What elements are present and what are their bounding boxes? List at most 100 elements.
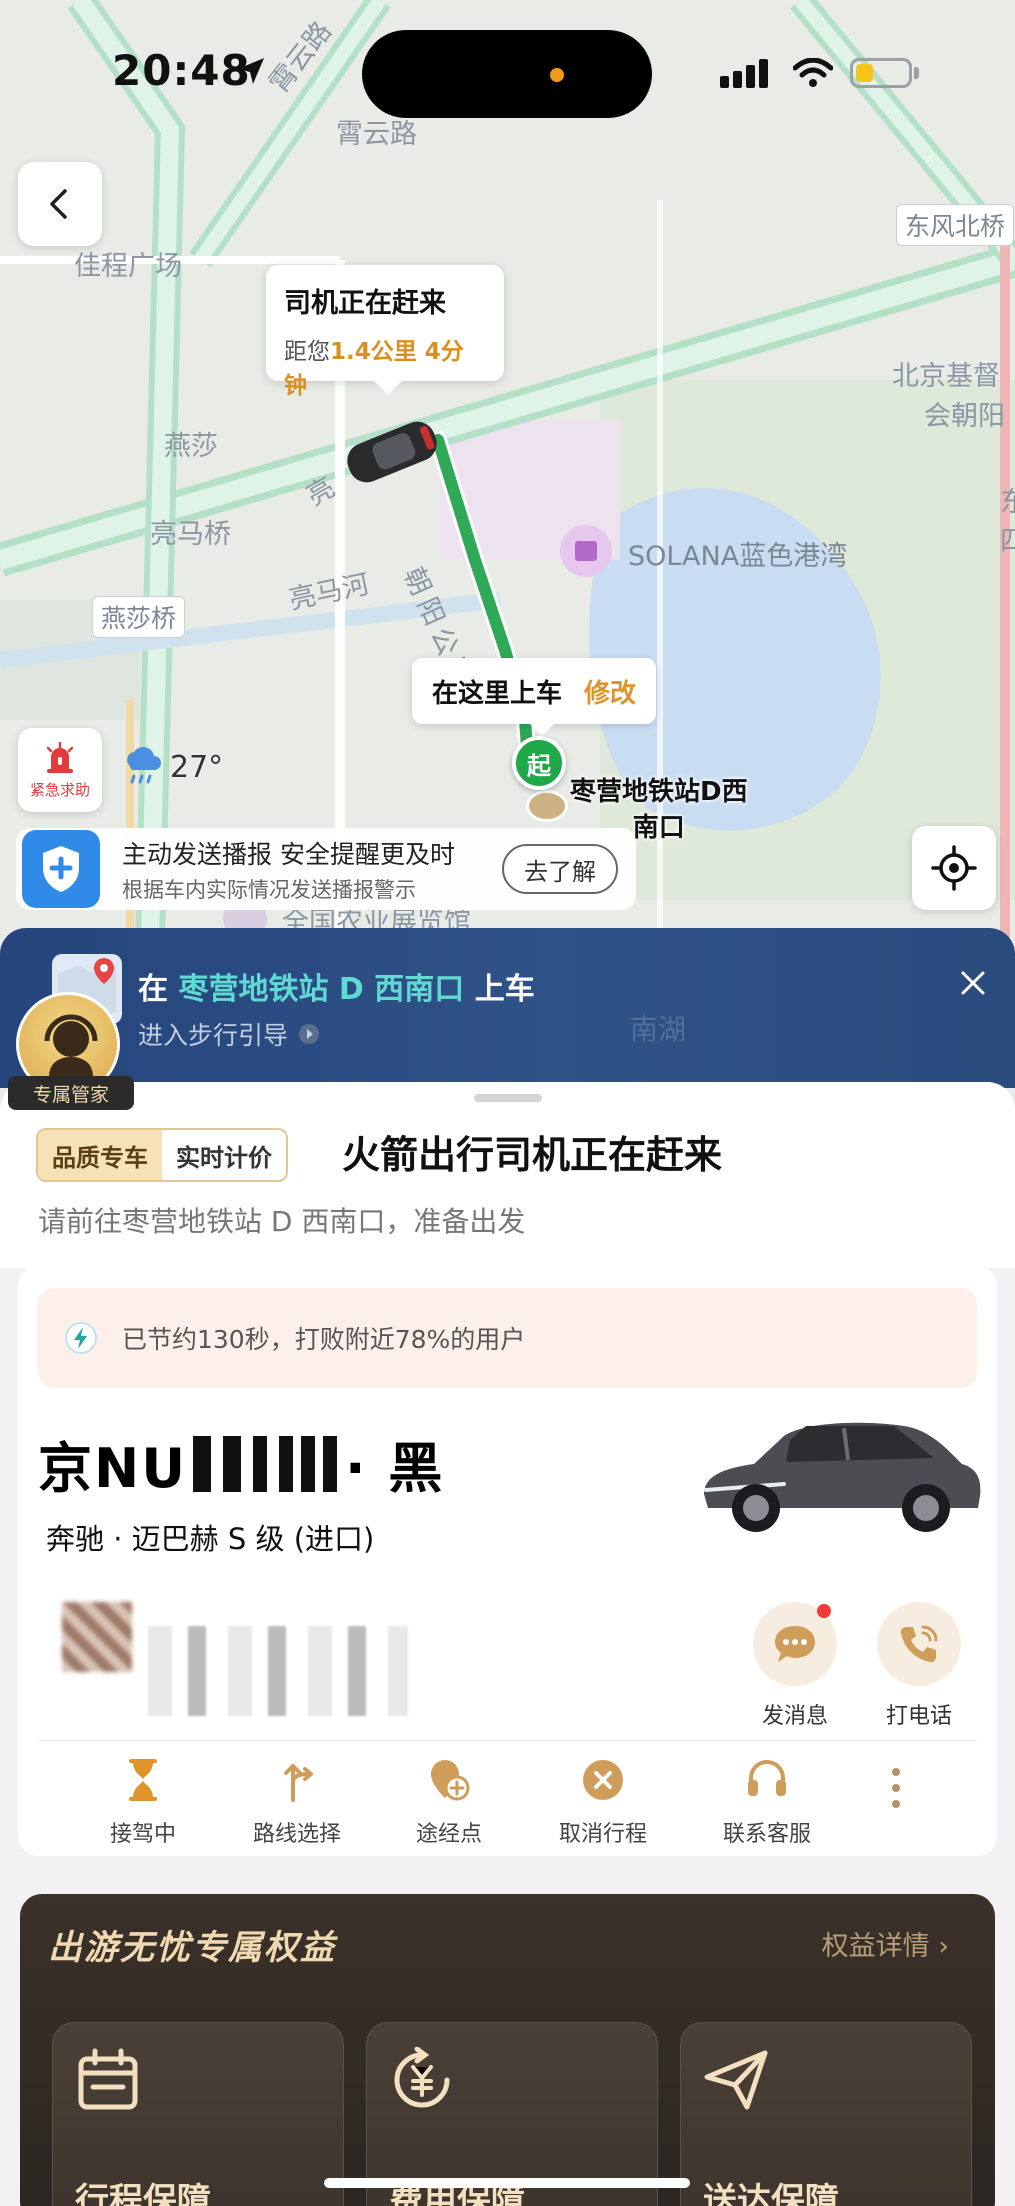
- trip-header: 品质专车 实时计价 火箭出行司机正在赶来 请前往枣营地铁站 D 西南口，准备出发: [0, 1082, 1015, 1268]
- sheet-grabber[interactable]: [474, 1094, 542, 1102]
- driver-info-masked: [148, 1626, 408, 1716]
- trip-actions: 接驾中 路线选择 途经点 取消行程 联系客服: [18, 1758, 997, 1848]
- siren-icon: [46, 741, 74, 773]
- shield-icon: [43, 846, 79, 892]
- safety-text: 主动发送播报 安全提醒更及时 根据车内实际情况发送播报警示: [122, 835, 455, 904]
- plate-prefix: 京NU: [38, 1437, 188, 1500]
- station-label-line1: 枣营地铁站D西: [570, 777, 748, 807]
- home-indicator[interactable]: [324, 2178, 690, 2188]
- learn-more-button[interactable]: 去了解: [502, 844, 618, 894]
- map-label-poi: 亮马桥: [150, 519, 231, 550]
- calendar-icon: [78, 2048, 138, 2110]
- callout-eta: 距您1.4公里 4分钟: [284, 332, 486, 400]
- trip-sheet: 品质专车 实时计价 火箭出行司机正在赶来 请前往枣营地铁站 D 西南口，准备出发…: [0, 1082, 1015, 2206]
- action-route-choice[interactable]: 路线选择: [222, 1758, 372, 1848]
- unread-dot: [817, 1604, 831, 1618]
- action-waypoint[interactable]: 途经点: [374, 1758, 524, 1848]
- benefit-trip-protection[interactable]: 行程保障: [52, 2022, 344, 2206]
- locate-button[interactable]: [912, 826, 996, 910]
- map-label-poi: 会朝阳: [924, 401, 1005, 432]
- dynamic-island: [362, 30, 652, 118]
- callout-title: 司机正在赶来: [284, 288, 446, 319]
- sos-label: 紧急求助: [29, 780, 90, 799]
- message-circle: [753, 1602, 837, 1686]
- weather-temp: 27°: [170, 749, 224, 785]
- action-pickup-status[interactable]: 接驾中: [68, 1758, 218, 1848]
- status-time: 20:48: [112, 46, 251, 95]
- nav-prefix: 在: [138, 972, 168, 1007]
- call-button[interactable]: 打电话: [874, 1602, 964, 1730]
- emergency-help-button[interactable]: 紧急求助: [18, 728, 102, 812]
- action-customer-service[interactable]: 联系客服: [692, 1758, 842, 1848]
- pickup-point-marker: [526, 790, 568, 822]
- more-options-icon[interactable]: [892, 1768, 900, 1808]
- send-message-button[interactable]: 发消息: [750, 1602, 840, 1730]
- service-tags: 品质专车 实时计价: [36, 1128, 288, 1182]
- action-label: 接驾中: [109, 1822, 176, 1847]
- nav-title: 在 枣营地铁站 D 西南口 上车: [138, 964, 535, 1008]
- plate-masked: [279, 1435, 340, 1492]
- map-label-road: 东四: [1000, 487, 1015, 557]
- nav-suffix: 上车: [474, 972, 535, 1007]
- trip-status-title: 火箭出行司机正在赶来: [342, 1133, 723, 1177]
- headset-icon: [748, 1760, 786, 1796]
- cancel-circle-icon: [583, 1760, 623, 1800]
- callout-prefix: 距您: [284, 339, 330, 365]
- phone-icon: [900, 1625, 938, 1663]
- pickup-text: 在这里上车: [432, 678, 563, 709]
- add-waypoint-icon: [431, 1760, 470, 1801]
- driver-card: 已节约130秒，打败附近78%的用户 京NU · 黑 奔驰 · 迈巴赫 S 级 …: [18, 1266, 997, 1856]
- call-circle: [877, 1602, 961, 1686]
- car-model: 奔驰 · 迈巴赫 S 级 (进口): [46, 1522, 375, 1556]
- plate-suffix: · 黑: [345, 1437, 445, 1500]
- plate-masked: [193, 1435, 268, 1492]
- benefit-label: 行程保障: [75, 2181, 211, 2206]
- yuan-refund-icon: [394, 2047, 450, 2108]
- divider: [38, 1740, 977, 1741]
- map-label-poi: 北京基督: [892, 361, 1000, 392]
- action-label: 路线选择: [252, 1822, 341, 1847]
- map-label-poi: 燕莎: [164, 431, 218, 462]
- chevron-left-icon: [50, 189, 67, 219]
- weather-widget: 27°: [122, 744, 223, 790]
- message-label: 发消息: [761, 1704, 828, 1729]
- action-cancel-trip[interactable]: 取消行程: [528, 1758, 678, 1848]
- tag-premium: 品质专车: [38, 1130, 162, 1180]
- safety-subtitle: 根据车内实际情况发送播报警示: [122, 877, 416, 902]
- hourglass-icon: [129, 1759, 157, 1801]
- concierge-tag: 专属管家: [8, 1076, 134, 1110]
- driver-avatar: [62, 1602, 132, 1672]
- car-image: [704, 1422, 981, 1532]
- faint-map-label: 南湖: [630, 1013, 687, 1046]
- location-arrow-icon: [238, 58, 264, 84]
- paper-plane-icon: [704, 2050, 768, 2110]
- benefits-detail-link[interactable]: 权益详情 ›: [822, 1924, 949, 1963]
- benefit-label: 送达保障: [703, 2181, 839, 2206]
- close-icon[interactable]: [958, 968, 988, 998]
- action-label: 联系客服: [722, 1822, 811, 1847]
- signal-icon: [720, 59, 768, 88]
- map-label-bridge: 东风北桥: [896, 204, 1015, 246]
- pickup-edit-link[interactable]: 修改: [584, 673, 636, 710]
- walking-guide-link[interactable]: 进入步行引导: [138, 1016, 320, 1052]
- driver-eta-callout: 司机正在赶来 距您1.4公里 4分钟: [266, 265, 504, 399]
- safety-title: 主动发送播报 安全提醒更及时: [122, 839, 455, 869]
- map-label-poi: SOLANA蓝色港湾: [628, 541, 848, 572]
- benefit-delivery-protection[interactable]: 送达保障: [680, 2022, 972, 2206]
- battery-tip: [914, 67, 919, 79]
- concierge-button[interactable]: 专属管家: [8, 986, 134, 1110]
- walking-guide-banner[interactable]: 在 枣营地铁站 D 西南口 上车 进入步行引导 南湖: [0, 928, 1015, 1088]
- back-button[interactable]: [18, 162, 102, 246]
- pickup-callout[interactable]: 在这里上车 修改: [412, 658, 657, 736]
- play-circle-icon: [299, 1024, 320, 1044]
- call-label: 打电话: [885, 1704, 952, 1729]
- benefits-title: 出游无忧专属权益: [48, 1928, 336, 1968]
- license-plate: 京NU · 黑: [38, 1424, 444, 1503]
- start-pin-icon: 起: [512, 736, 566, 790]
- shield-box: [22, 830, 100, 908]
- battery-icon: [850, 58, 912, 88]
- wifi-icon: [793, 58, 833, 87]
- safety-broadcast-bar[interactable]: 主动发送播报 安全提醒更及时 根据车内实际情况发送播报警示 去了解: [16, 828, 636, 910]
- benefits-panel: 出游无忧专属权益 权益详情 › 行程保障 费用保障 送达保障: [20, 1894, 995, 2206]
- route-fork-icon: [284, 1764, 313, 1802]
